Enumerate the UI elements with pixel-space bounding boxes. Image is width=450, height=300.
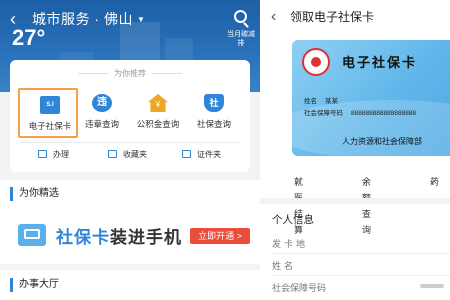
info-row-name[interactable]: 姓名 [272, 256, 450, 276]
feature-list: ✓就医结算 ✓余额查询 ✓药 [272, 174, 450, 235]
social-card-panel: ‹ 领取电子社保卡 电子社保卡 姓名 某某 社会保障号码 8888888888888… [260, 0, 450, 300]
city-title-text: 城市服务 · 佛山 [32, 11, 133, 27]
picks-title: 为你精选 [10, 187, 59, 201]
city-title[interactable]: 城市服务 · 佛山 ▼ [32, 10, 145, 29]
link-label: 证件夹 [197, 150, 221, 159]
screen: ‹ 城市服务 · 佛山 ▼ 27° 当月碳减排 为你推荐 S.I 电子社保卡 违 … [0, 0, 450, 300]
service-social-card[interactable]: S.I 电子社保卡 [18, 88, 78, 138]
hall-section: 办事大厅 [0, 270, 260, 300]
link-favorites[interactable]: 收藏夹 [108, 148, 147, 162]
divider [20, 142, 240, 143]
search-icon [234, 10, 247, 23]
card-id-field: 社会保障号码 888888888888888888 [304, 109, 416, 118]
link-handle[interactable]: 办理 [38, 148, 69, 162]
temperature: 27° [12, 25, 46, 50]
row-label: 姓名 [272, 261, 297, 271]
link-label: 办理 [53, 150, 69, 159]
field-value: 888888888888888888 [351, 110, 417, 117]
page-title: 领取电子社保卡 [290, 10, 375, 24]
section-divider [260, 198, 450, 204]
emblem-icon [302, 48, 330, 76]
search-button[interactable]: 当月碳减排 [227, 10, 255, 50]
phone-card-icon [18, 224, 46, 246]
info-row-issuer[interactable]: 发卡地 [272, 234, 450, 254]
folder-icon [108, 150, 117, 158]
service-label: 社保查询 [196, 119, 231, 129]
banner-rest: 装进手机 [110, 228, 182, 247]
document-icon [38, 150, 47, 158]
service-label: 电子社保卡 [28, 121, 72, 131]
row-label: 社会保障号码 [272, 283, 327, 293]
promo-banner[interactable]: 社保卡装进手机 立即开通 > [12, 218, 250, 252]
feature-label: 就医结算 [294, 177, 304, 235]
carbon-reduction-label: 当月碳减排 [227, 31, 255, 47]
card-title: 电子社保卡 [342, 55, 418, 70]
service-label: 违章查询 [84, 119, 119, 129]
service-housing-fund[interactable]: ¥ 公积金查询 [128, 88, 188, 138]
field-label: 姓名 [304, 98, 317, 105]
hall-title: 办事大厅 [10, 278, 59, 292]
scroll-hint [420, 284, 444, 288]
id-card-icon [182, 150, 191, 158]
link-label: 收藏夹 [123, 150, 147, 159]
social-security-card: 电子社保卡 姓名 某某 社会保障号码 888888888888888888 人力资源… [292, 40, 450, 156]
card-name-field: 姓名 某某 [304, 97, 338, 106]
field-label: 社会保障号码 [304, 110, 343, 117]
feature-label: 余额查询 [362, 177, 372, 235]
open-now-button[interactable]: 立即开通 > [190, 228, 250, 244]
banner-text: 社保卡装进手机 [56, 223, 182, 248]
service-traffic[interactable]: 违 违章查询 [72, 88, 132, 138]
search-icon-handle [243, 22, 249, 28]
card-org: 人力资源和社会保障部 [342, 137, 422, 146]
row-underline [272, 275, 450, 276]
feature-label: 药 [430, 177, 440, 187]
chevron-down-icon: ▼ [136, 15, 146, 25]
city-services-panel: ‹ 城市服务 · 佛山 ▼ 27° 当月碳减排 为你推荐 S.I 电子社保卡 违 … [0, 0, 260, 300]
info-title: 个人信息 [272, 214, 314, 226]
service-label: 公积金查询 [136, 119, 180, 129]
banner-highlight: 社保卡 [56, 228, 110, 247]
recommend-card: 为你推荐 S.I 电子社保卡 违 违章查询 ¥ 公积金查询 社 社保查询 办理 … [10, 60, 250, 172]
row-underline [272, 253, 450, 254]
field-value: 某某 [325, 98, 338, 105]
social-security-icon: 社 [204, 94, 224, 112]
link-id-wallet[interactable]: 证件夹 [182, 148, 221, 162]
service-social-security[interactable]: 社 社保查询 [184, 88, 244, 138]
row-label: 发卡地 [272, 239, 309, 249]
housing-fund-icon: ¥ [148, 94, 168, 112]
social-card-icon: S.I [40, 96, 60, 114]
info-row-ssn[interactable]: 社会保障号码 [272, 278, 442, 298]
back-icon[interactable]: ‹ [271, 8, 276, 26]
traffic-icon: 违 [92, 94, 112, 112]
recommend-title: 为你推荐 [10, 68, 250, 79]
